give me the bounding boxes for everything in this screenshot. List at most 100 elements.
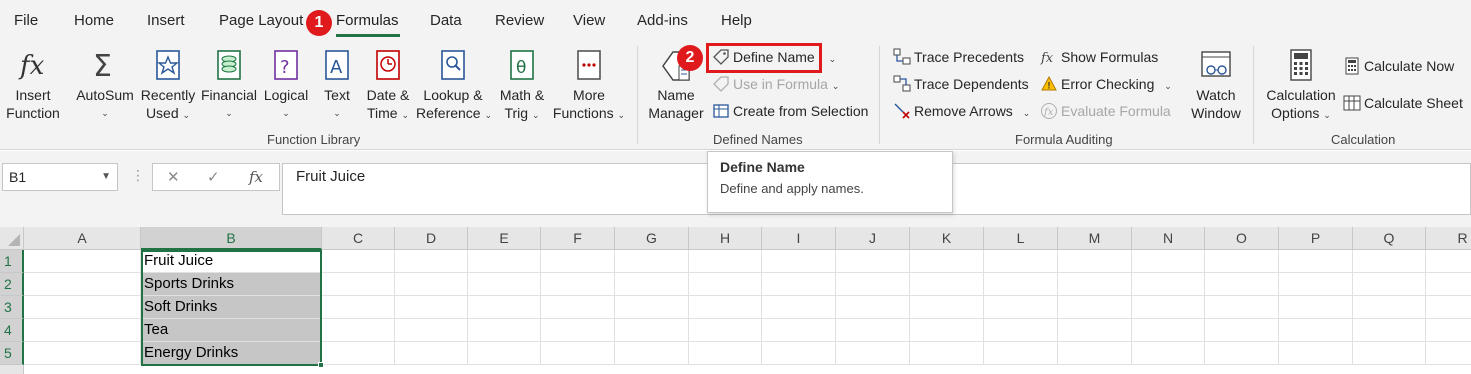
cell-n1[interactable]	[1132, 250, 1205, 273]
calculate-sheet-button[interactable]: Calculate Sheet	[1343, 92, 1463, 114]
cell-h3[interactable]	[689, 296, 762, 319]
column-header-q[interactable]: Q	[1353, 227, 1426, 250]
row-header-1[interactable]: 1	[0, 250, 24, 273]
tab-formulas[interactable]: Formulas	[336, 12, 399, 29]
tab-file[interactable]: File	[14, 12, 38, 29]
tab-insert[interactable]: Insert	[147, 12, 185, 29]
cell-i5[interactable]	[762, 342, 836, 365]
cell-j2[interactable]	[836, 273, 910, 296]
cell-j3[interactable]	[836, 296, 910, 319]
cell-f4[interactable]	[541, 319, 615, 342]
cell-g3[interactable]	[615, 296, 689, 319]
cell-a3[interactable]	[24, 296, 141, 319]
error-checking-button[interactable]: ! Error Checking ⌄	[1040, 73, 1172, 95]
lookup-reference-button[interactable]: Lookup & Reference ⌄	[416, 48, 492, 124]
cell-h4[interactable]	[689, 319, 762, 342]
recently-used-button[interactable]: Recently Used ⌄	[140, 48, 196, 124]
column-header-l[interactable]: L	[984, 227, 1058, 250]
enter-check-icon[interactable]: ✓	[207, 168, 220, 186]
cell-m1[interactable]	[1058, 250, 1132, 273]
cell-e5[interactable]	[468, 342, 541, 365]
autosum-button[interactable]: Σ AutoSum ⌄	[74, 48, 136, 122]
cell-b4[interactable]: Tea	[141, 319, 322, 342]
chevron-down-icon[interactable]: ⌄	[829, 54, 837, 64]
cell-f5[interactable]	[541, 342, 615, 365]
cell-n3[interactable]	[1132, 296, 1205, 319]
cell-h2[interactable]	[689, 273, 762, 296]
select-all-corner[interactable]	[0, 227, 24, 250]
cell-c2[interactable]	[322, 273, 395, 296]
calculate-now-button[interactable]: Calculate Now	[1343, 55, 1454, 77]
row-header-2[interactable]: 2	[0, 273, 24, 296]
column-header-n[interactable]: N	[1132, 227, 1205, 250]
column-header-o[interactable]: O	[1205, 227, 1279, 250]
cell-q3[interactable]	[1353, 296, 1426, 319]
column-header-c[interactable]: C	[322, 227, 395, 250]
tab-help[interactable]: Help	[721, 12, 752, 29]
watch-window-button[interactable]: Watch Window	[1186, 48, 1246, 122]
row-header-partial[interactable]	[0, 365, 24, 374]
cell-c1[interactable]	[322, 250, 395, 273]
tab-view[interactable]: View	[573, 12, 605, 29]
cell-i2[interactable]	[762, 273, 836, 296]
date-time-button[interactable]: Date & Time ⌄	[362, 48, 414, 124]
cell-e2[interactable]	[468, 273, 541, 296]
column-header-i[interactable]: I	[762, 227, 836, 250]
cell-l5[interactable]	[984, 342, 1058, 365]
cell-e3[interactable]	[468, 296, 541, 319]
cell-d5[interactable]	[395, 342, 468, 365]
row-header-4[interactable]: 4	[0, 319, 24, 342]
show-formulas-button[interactable]: fx Show Formulas	[1040, 46, 1158, 68]
column-header-g[interactable]: G	[615, 227, 689, 250]
cell-g5[interactable]	[615, 342, 689, 365]
tab-page-layout[interactable]: Page Layout	[219, 12, 303, 29]
cell-p3[interactable]	[1279, 296, 1353, 319]
cell-b1[interactable]: Fruit Juice	[141, 250, 322, 273]
tab-add-ins[interactable]: Add-ins	[637, 12, 688, 29]
cell-a5[interactable]	[24, 342, 141, 365]
insert-function-button[interactable]: fx Insert Function	[4, 48, 62, 122]
cell-g1[interactable]	[615, 250, 689, 273]
cell-p4[interactable]	[1279, 319, 1353, 342]
cell-d3[interactable]	[395, 296, 468, 319]
cell-j1[interactable]	[836, 250, 910, 273]
logical-button[interactable]: ? Logical ⌄	[262, 48, 310, 122]
cell-o1[interactable]	[1205, 250, 1279, 273]
cell-p2[interactable]	[1279, 273, 1353, 296]
cell-d2[interactable]	[395, 273, 468, 296]
cell-k2[interactable]	[910, 273, 984, 296]
column-header-m[interactable]: M	[1058, 227, 1132, 250]
use-in-formula-button[interactable]: Use in Formula ⌄	[712, 73, 839, 95]
cell-l3[interactable]	[984, 296, 1058, 319]
insert-function-icon[interactable]: fx	[249, 168, 263, 186]
cell-h1[interactable]	[689, 250, 762, 273]
cell-r4[interactable]	[1426, 319, 1471, 342]
cell-a2[interactable]	[24, 273, 141, 296]
cell-r2[interactable]	[1426, 273, 1471, 296]
column-header-h[interactable]: H	[689, 227, 762, 250]
cell-a4[interactable]	[24, 319, 141, 342]
column-header-f[interactable]: F	[541, 227, 615, 250]
fill-handle[interactable]	[318, 362, 324, 368]
cell-q4[interactable]	[1353, 319, 1426, 342]
tab-home[interactable]: Home	[74, 12, 114, 29]
cell-r3[interactable]	[1426, 296, 1471, 319]
cell-k5[interactable]	[910, 342, 984, 365]
cell-b5[interactable]: Energy Drinks	[141, 342, 322, 365]
more-functions-button[interactable]: More Functions ⌄	[552, 48, 626, 124]
cell-n5[interactable]	[1132, 342, 1205, 365]
cell-m4[interactable]	[1058, 319, 1132, 342]
math-trig-button[interactable]: θ Math & Trig ⌄	[494, 48, 550, 124]
financial-button[interactable]: Financial ⌄	[200, 48, 258, 122]
cell-o3[interactable]	[1205, 296, 1279, 319]
cell-c4[interactable]	[322, 319, 395, 342]
cell-q2[interactable]	[1353, 273, 1426, 296]
cell-n2[interactable]	[1132, 273, 1205, 296]
cell-c5[interactable]	[322, 342, 395, 365]
chevron-down-icon[interactable]: ▼	[101, 164, 111, 190]
column-header-a[interactable]: A	[24, 227, 141, 250]
cell-o2[interactable]	[1205, 273, 1279, 296]
cell-e1[interactable]	[468, 250, 541, 273]
cell-i4[interactable]	[762, 319, 836, 342]
trace-precedents-button[interactable]: Trace Precedents	[893, 46, 1024, 68]
